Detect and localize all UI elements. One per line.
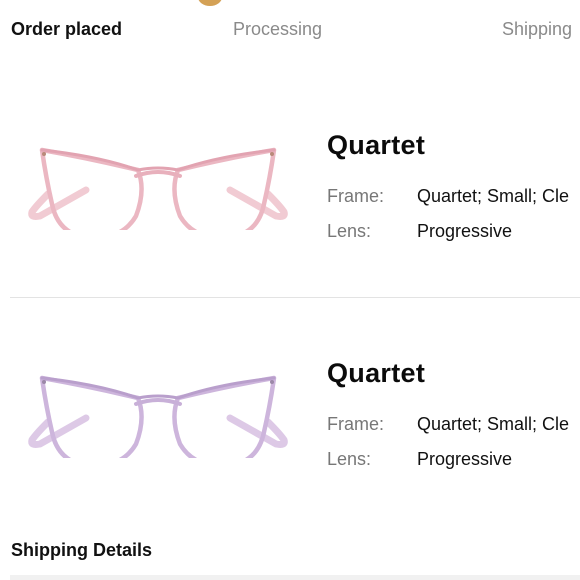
lens-label: Lens: [327, 221, 372, 241]
shipping-details-panel [10, 575, 580, 580]
progress-indicator-dot [198, 0, 222, 6]
product-name: Quartet [327, 130, 426, 160]
order-progress-steps: Order placed Processing Shipping [0, 16, 580, 46]
glasses-image [28, 147, 288, 230]
frame-value: Quartet; Small; Cle [417, 186, 570, 206]
lens-label: Lens: [327, 449, 372, 469]
shipping-details-heading: Shipping Details [11, 540, 153, 560]
frame-value: Quartet; Small; Cle [417, 414, 570, 434]
lens-value: Progressive [417, 449, 513, 469]
step-processing: Processing [233, 19, 323, 39]
product-name: Quartet [327, 358, 426, 388]
item-divider [10, 297, 580, 298]
step-order-placed: Order placed [11, 19, 123, 39]
step-shipping: Shipping [502, 19, 573, 39]
glasses-image [28, 375, 288, 458]
frame-label: Frame: [327, 414, 385, 434]
lens-value: Progressive [417, 221, 513, 241]
frame-label: Frame: [327, 186, 385, 206]
